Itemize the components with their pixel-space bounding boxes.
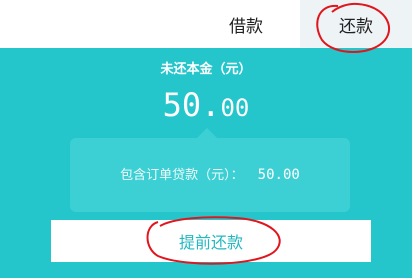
- tab-borrow[interactable]: 借款: [200, 0, 292, 48]
- early-repay-label: 提前还款: [178, 233, 243, 252]
- outstanding-principal-label: 未还本金（元）: [160, 62, 252, 77]
- order-loan-label: 包含订单贷款（元）：: [120, 168, 244, 183]
- tooltip-arrow: [197, 128, 217, 138]
- outstanding-principal-amount: 50.00: [0, 86, 412, 124]
- order-loan-value: 50.00: [257, 167, 300, 183]
- top-tab-bar: 借款 还款: [0, 0, 412, 48]
- tab-repay[interactable]: 还款: [300, 0, 412, 48]
- early-repay-button[interactable]: 提前还款: [51, 220, 371, 262]
- loan-breakdown-tooltip: 包含订单贷款（元）： 50.00: [70, 138, 350, 212]
- loan-breakdown-line: 包含订单贷款（元）： 50.00: [70, 164, 350, 183]
- amount-decimal: 00: [220, 94, 250, 122]
- tab-repay-label: 还款: [339, 16, 373, 37]
- tab-borrow-label: 借款: [229, 16, 263, 37]
- amount-integer: 50.: [162, 86, 221, 124]
